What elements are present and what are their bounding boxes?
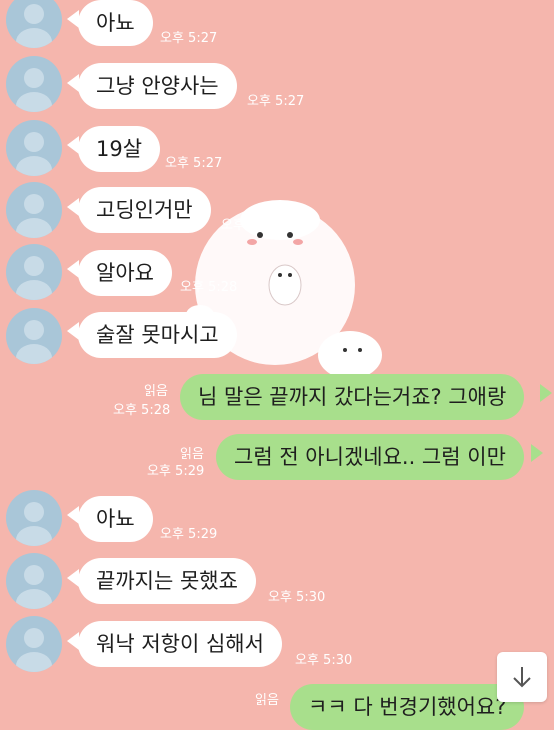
default-profile-icon: [16, 194, 52, 238]
avatar[interactable]: [6, 244, 62, 300]
default-profile-icon: [16, 502, 52, 546]
chat-area[interactable]: 아뇨 오후 5:27 그냥 안양사는 오후 5:27 19살 오후 5:27 고…: [0, 0, 554, 730]
avatar[interactable]: [6, 120, 62, 176]
message-time: 오후 5:27: [221, 218, 279, 233]
default-profile-icon: [16, 256, 52, 300]
bubble-tail: [540, 384, 552, 402]
avatar[interactable]: [6, 490, 62, 546]
message-time: 오후 5:29: [160, 527, 218, 542]
message-bubble[interactable]: ㅋㅋ 다 번경기했어요?: [290, 684, 525, 730]
default-profile-icon: [16, 320, 52, 364]
message-bubble[interactable]: 그냥 안양사는: [78, 63, 237, 109]
message-time: 오후 5:29: [147, 464, 205, 479]
message-bubble[interactable]: 알아요: [78, 250, 172, 296]
default-profile-icon: [16, 565, 52, 609]
message-bubble[interactable]: 고딩인거만: [78, 187, 211, 233]
message-bubble[interactable]: 끝까지는 못했죠: [78, 558, 256, 604]
message-bubble[interactable]: 워낙 저항이 심해서: [78, 621, 282, 667]
read-receipt: 읽음: [255, 693, 279, 708]
message-bubble[interactable]: 아뇨: [78, 0, 153, 46]
message-time: 오후 5:27: [165, 156, 223, 171]
message-time: 오후 5:27: [160, 31, 218, 46]
read-receipt: 읽음: [144, 384, 168, 399]
default-profile-icon: [16, 628, 52, 672]
arrow-down-icon: [513, 667, 531, 688]
default-profile-icon: [16, 68, 52, 112]
avatar[interactable]: [6, 616, 62, 672]
message-bubble[interactable]: 그럼 전 아니겠네요.. 그럼 이만: [216, 434, 524, 480]
message-time: 오후 5:30: [268, 590, 326, 605]
bubble-tail: [531, 444, 543, 462]
message-bubble[interactable]: 19살: [78, 126, 161, 172]
avatar[interactable]: [6, 0, 62, 48]
scroll-to-bottom-button[interactable]: [497, 652, 547, 702]
message-time: 오후 5:30: [295, 653, 353, 668]
message-bubble[interactable]: 님 말은 끝까지 갔다는거죠? 그애랑: [180, 374, 525, 420]
message-bubble[interactable]: 아뇨: [78, 496, 153, 542]
message-time: 오후 5:28: [180, 280, 238, 295]
message-time: 오후 5:27: [247, 94, 305, 109]
avatar[interactable]: [6, 56, 62, 112]
message-bubble[interactable]: 술잘 못마시고: [78, 312, 237, 358]
avatar[interactable]: [6, 553, 62, 609]
default-profile-icon: [16, 4, 52, 48]
avatar[interactable]: [6, 308, 62, 364]
message-time: 오후 5:28: [113, 403, 171, 418]
avatar[interactable]: [6, 182, 62, 238]
default-profile-icon: [16, 132, 52, 176]
